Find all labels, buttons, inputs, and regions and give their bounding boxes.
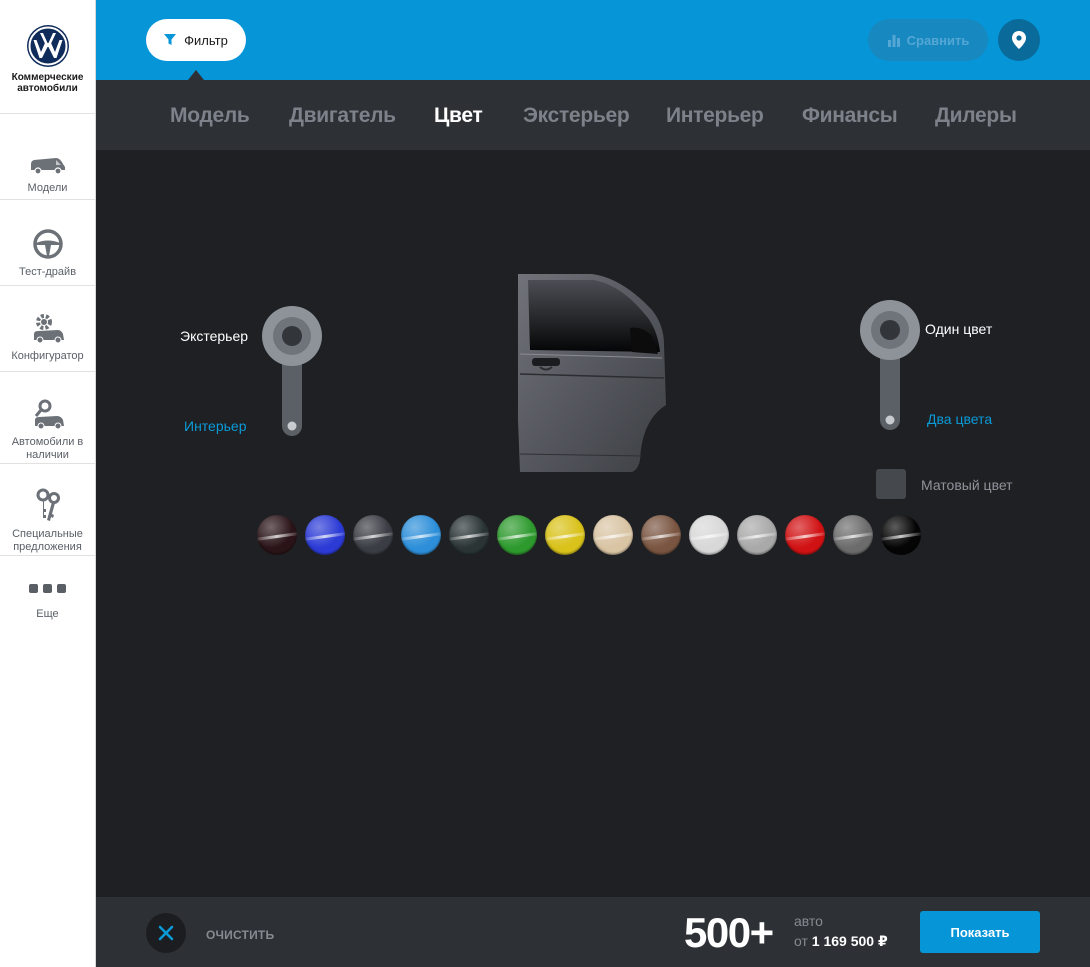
tab-color[interactable]: Цвет (434, 104, 483, 128)
color-swatch[interactable] (305, 515, 345, 555)
color-swatch[interactable] (593, 515, 633, 555)
price-prefix: от (794, 933, 808, 949)
sidebar-item-stock[interactable]: Автомобили в наличии (0, 372, 95, 464)
single-two-color-toggle[interactable] (858, 298, 922, 434)
keys-icon (33, 478, 63, 522)
filter-button[interactable]: Фильтр (146, 19, 246, 61)
tab-interior[interactable]: Интерьер (666, 104, 764, 128)
result-unit: авто (794, 913, 823, 929)
more-dots-icon (29, 580, 66, 596)
van-icon (29, 132, 67, 176)
color-swatch[interactable] (353, 515, 393, 555)
funnel-icon (164, 34, 177, 45)
brand-title: Коммерческие автомобили (11, 72, 84, 94)
configurator-icon (30, 300, 66, 344)
matte-color-label[interactable]: Матовый цвет (921, 477, 1013, 493)
color-swatch[interactable] (881, 515, 921, 555)
sidebar-item-label: Еще (36, 608, 59, 620)
exterior-interior-toggle[interactable] (260, 304, 324, 440)
sidebar-item-test-drive[interactable]: Тест-драйв (0, 200, 95, 286)
car-search-icon (30, 386, 66, 430)
sidebar-item-special-offers[interactable]: Специальные предложения (0, 464, 95, 556)
brand-block[interactable]: Коммерческие автомобили (0, 0, 95, 114)
tab-finance[interactable]: Финансы (802, 104, 898, 128)
color-swatch[interactable] (257, 515, 297, 555)
clear-button[interactable] (146, 913, 186, 953)
color-swatch[interactable] (545, 515, 585, 555)
color-swatch[interactable] (497, 515, 537, 555)
color-swatch[interactable] (401, 515, 441, 555)
filter-label: Фильтр (184, 32, 228, 48)
exterior-option[interactable]: Экстерьер (180, 328, 248, 344)
tab-engine[interactable]: Двигатель (289, 104, 396, 128)
color-swatch[interactable] (737, 515, 777, 555)
tab-dealers[interactable]: Дилеры (935, 104, 1017, 128)
location-pin-icon (1012, 31, 1026, 49)
color-swatch[interactable] (449, 515, 489, 555)
section-tabs: Модель Двигатель Цвет Экстерьер Интерьер… (96, 80, 1090, 150)
vw-logo-icon (26, 25, 69, 67)
show-results-button[interactable]: Показать (920, 911, 1040, 953)
sidebar-item-label: Тест-драйв (18, 266, 77, 278)
sidebar-item-label: Конфигуратор (11, 350, 84, 362)
compare-button[interactable]: Сравнить (868, 19, 988, 61)
tab-model[interactable]: Модель (170, 104, 250, 128)
result-count: 500+ (684, 909, 774, 956)
tab-exterior[interactable]: Экстерьер (523, 104, 630, 128)
close-icon (158, 925, 174, 941)
bar-chart-icon (887, 35, 900, 47)
top-bar: Фильтр Сравнить (96, 0, 1090, 80)
single-color-option[interactable]: Один цвет (925, 321, 992, 337)
filter-caret (188, 70, 204, 80)
sidebar-item-models[interactable]: Модели (0, 114, 95, 200)
location-button[interactable] (998, 19, 1040, 61)
sidebar: Коммерческие автомобили Модели Тест-драй… (0, 0, 96, 967)
color-swatch[interactable] (641, 515, 681, 555)
color-swatch[interactable] (785, 515, 825, 555)
clear-label[interactable]: ОЧИСТИТЬ (206, 928, 274, 942)
price-from: от 1 169 500 ₽ (794, 933, 888, 950)
color-swatch[interactable] (689, 515, 729, 555)
sidebar-item-more[interactable]: Еще (0, 556, 95, 636)
price-value: 1 169 500 ₽ (811, 933, 888, 949)
sidebar-item-label: Специальные предложения (12, 528, 83, 553)
two-color-option[interactable]: Два цвета (927, 411, 992, 427)
matte-color-checkbox[interactable] (876, 469, 906, 499)
steering-wheel-icon (32, 216, 64, 260)
compare-label: Сравнить (906, 32, 970, 48)
bottom-bar: ОЧИСТИТЬ 500+ авто от 1 169 500 ₽ Показа… (96, 897, 1090, 967)
color-swatch[interactable] (833, 515, 873, 555)
sidebar-item-label: Модели (27, 182, 68, 194)
door-preview-image (518, 274, 666, 472)
sidebar-item-label: Автомобили в наличии (11, 436, 84, 461)
interior-option[interactable]: Интерьер (184, 418, 247, 434)
sidebar-item-configurator[interactable]: Конфигуратор (0, 286, 95, 372)
